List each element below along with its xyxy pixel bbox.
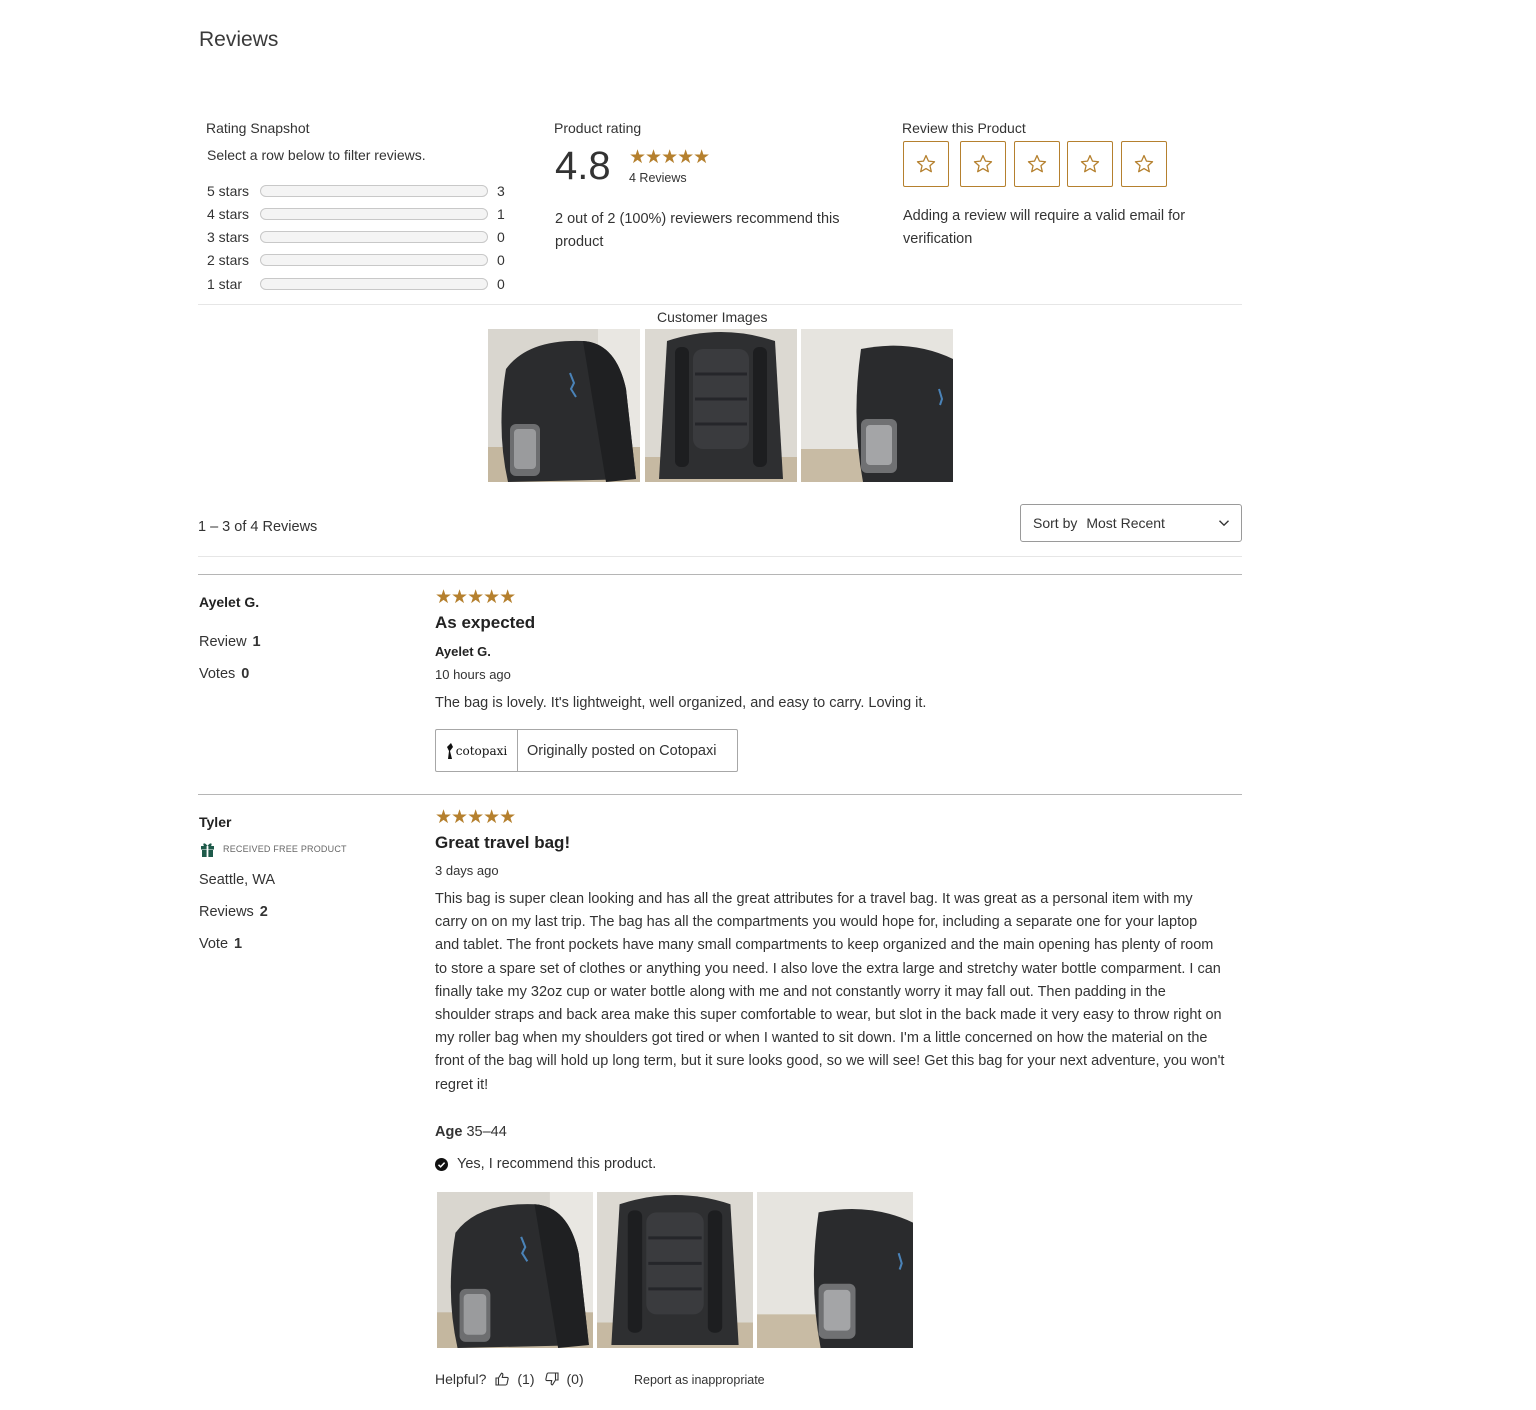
histogram-count: 0 [497, 252, 505, 268]
free-product-badge: RECEIVED FREE PRODUCT [200, 841, 347, 857]
histogram-row-4-stars[interactable]: 4 stars 1 [207, 205, 505, 223]
report-inappropriate-link[interactable]: Report as inappropriate [634, 1373, 765, 1387]
product-rating-title: Product rating [554, 120, 642, 136]
rate-1-star-button[interactable] [903, 141, 949, 187]
cotopaxi-logo: cotopaxi [436, 730, 518, 771]
helpful-votes: Helpful? (1) (0) [435, 1371, 584, 1387]
histogram-bar [260, 231, 488, 243]
recommend-statement: Yes, I recommend this product. [435, 1156, 656, 1172]
review-byline: Ayelet G. [435, 644, 491, 659]
histogram-row-2-stars[interactable]: 2 stars 0 [207, 251, 505, 269]
reviewer-review-count: Review 1 [199, 634, 261, 650]
sort-label: Sort by [1033, 515, 1078, 531]
gift-icon [201, 843, 214, 857]
rating-snapshot-subtitle: Select a row below to filter reviews. [207, 147, 426, 163]
reviewer-review-count: Reviews 2 [199, 904, 268, 920]
source-badge: cotopaxi Originally posted on Cotopaxi [435, 729, 738, 772]
divider [198, 556, 1242, 557]
helpful-label: Helpful? [435, 1371, 487, 1387]
reviewer-location: Seattle, WA [199, 872, 276, 888]
histogram-bar [260, 208, 488, 220]
helpful-no-button[interactable]: (0) [544, 1371, 584, 1387]
customer-image-1[interactable] [488, 329, 640, 482]
reviewer-age: Age 35–44 [435, 1124, 507, 1140]
free-product-label: RECEIVED FREE PRODUCT [223, 844, 347, 854]
histogram-row-5-stars[interactable]: 5 stars 3 [207, 182, 505, 200]
histogram-bar [260, 254, 488, 266]
recommend-summary: 2 out of 2 (100%) reviewers recommend th… [555, 211, 840, 250]
review-image-1[interactable] [437, 1192, 593, 1348]
histogram-label: 2 stars [207, 252, 250, 268]
histogram-count: 1 [497, 206, 505, 222]
rate-3-stars-button[interactable] [1014, 141, 1060, 187]
histogram-count: 0 [497, 276, 505, 292]
star-outline-icon [1079, 153, 1101, 175]
star-outline-icon [1026, 153, 1048, 175]
review-title: Great travel bag! [435, 833, 571, 852]
review-body: This bag is super clean looking and has … [435, 891, 1225, 1093]
star-outline-icon [1133, 153, 1155, 175]
reviewer-name: Ayelet G. [199, 594, 260, 610]
average-rating-stars: ★★★★★ [629, 147, 710, 168]
review-this-product-title: Review this Product [902, 120, 1026, 136]
review-stars: ★★★★★ [435, 807, 516, 828]
review-image-2[interactable] [597, 1192, 753, 1348]
check-circle-icon [435, 1157, 448, 1171]
histogram-label: 3 stars [207, 229, 250, 245]
source-text: Originally posted on Cotopaxi [527, 742, 717, 759]
customer-image-3[interactable] [801, 329, 953, 482]
review-date: 10 hours ago [435, 667, 511, 682]
rate-5-stars-button[interactable] [1121, 141, 1167, 187]
histogram-bar [260, 278, 488, 290]
histogram-count: 3 [497, 183, 505, 199]
review-email-note: Adding a review will require a valid ema… [903, 208, 1186, 247]
sort-value: Most Recent [1086, 515, 1165, 531]
histogram-count: 0 [497, 229, 505, 245]
reviews-range-count: 1 – 3 of 4 Reviews [198, 519, 318, 535]
histogram-row-1-star[interactable]: 1 star 0 [207, 275, 505, 293]
customer-images-title: Customer Images [657, 309, 768, 325]
histogram-row-3-stars[interactable]: 3 stars 0 [207, 228, 505, 246]
reviewer-name: Tyler [199, 814, 232, 830]
review-date: 3 days ago [435, 863, 499, 878]
histogram-bar [260, 185, 488, 197]
star-outline-icon [915, 153, 937, 175]
customer-image-2[interactable] [645, 329, 797, 482]
sort-dropdown[interactable]: Sort by Most Recent [1020, 504, 1242, 542]
reviewer-vote-count: Votes 0 [199, 666, 250, 682]
review-image-3[interactable] [757, 1192, 913, 1348]
review-body: The bag is lovely. It's lightweight, wel… [435, 695, 927, 711]
histogram-label: 5 stars [207, 183, 250, 199]
star-outline-icon [972, 153, 994, 175]
section-title: Reviews [199, 28, 279, 51]
review-title: As expected [435, 613, 536, 632]
chevron-down-icon [1219, 520, 1229, 527]
reviewer-vote-count: Vote 1 [199, 936, 243, 952]
thumbs-down-icon [544, 1372, 559, 1386]
average-rating: 4.8 [555, 144, 611, 188]
divider [198, 304, 1242, 305]
review-count: 4 Reviews [629, 171, 687, 185]
rating-snapshot-title: Rating Snapshot [206, 120, 310, 136]
divider [198, 574, 1242, 575]
helpful-yes-button[interactable]: (1) [495, 1371, 535, 1387]
divider [198, 794, 1242, 795]
histogram-label: 1 star [207, 276, 243, 292]
rate-4-stars-button[interactable] [1067, 141, 1113, 187]
review-stars: ★★★★★ [435, 587, 516, 608]
thumbs-up-icon [495, 1372, 510, 1386]
histogram-label: 4 stars [207, 206, 250, 222]
rate-2-stars-button[interactable] [960, 141, 1006, 187]
